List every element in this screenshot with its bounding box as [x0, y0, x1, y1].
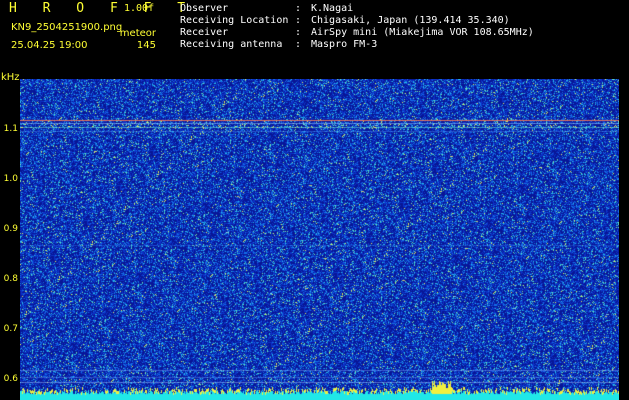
y-axis-unit: kHz [1, 72, 20, 83]
file-datetime: 25.04.25 19:00 [11, 40, 88, 51]
y-tick-label: 1.1 [3, 124, 18, 134]
meta-key: Receiver [180, 27, 229, 38]
meta-separator: : [295, 3, 302, 14]
meta-key: Receiving Location [180, 15, 289, 26]
observation-metadata: Observer : K.Nagai Receiving Location : … [180, 3, 534, 51]
meta-row-receiver: Receiver : AirSpy mini (Miakejima VOR 10… [180, 27, 534, 39]
meta-key: Receiving antenna [180, 39, 283, 50]
meta-row-observer: Observer : K.Nagai [180, 3, 534, 15]
meta-value: K.Nagai [311, 3, 354, 14]
y-tick-label: 0.9 [3, 224, 18, 234]
meta-separator: : [295, 15, 302, 26]
app-title: H R O F F T [9, 1, 195, 16]
meta-value: AirSpy mini (Miakejima VOR 108.65MHz) [311, 27, 534, 38]
meta-row-antenna: Receiving antenna : Maspro FM-3 [180, 39, 534, 51]
meta-separator: : [295, 27, 302, 38]
meta-value: Chigasaki, Japan (139.414 35.340) [311, 15, 510, 26]
meteor-label: meteor [119, 28, 156, 39]
meta-value: Maspro FM-3 [311, 39, 378, 50]
meta-row-location: Receiving Location : Chigasaki, Japan (1… [180, 15, 534, 27]
y-tick-label: 1.0 [3, 174, 18, 184]
y-tick-label: 0.8 [3, 274, 18, 284]
meta-key: Observer [180, 3, 229, 14]
app-version: 1.00f [124, 3, 155, 14]
meteor-count: 145 [136, 40, 156, 51]
file-name: KN9_2504251900.png [11, 22, 123, 33]
spectrogram-plot [20, 79, 619, 400]
meta-separator: : [295, 39, 302, 50]
y-tick-label: 0.7 [3, 324, 18, 334]
y-tick-label: 0.6 [3, 374, 18, 384]
